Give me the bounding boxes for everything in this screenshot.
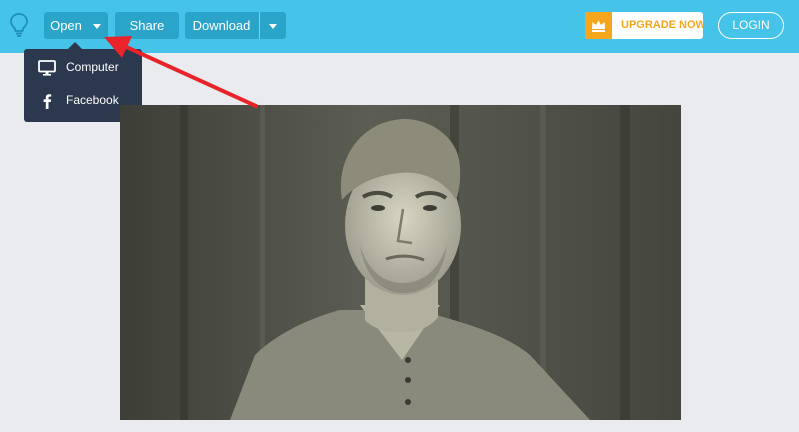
chevron-down-icon[interactable] bbox=[84, 12, 108, 39]
monitor-icon bbox=[38, 60, 56, 76]
crown-icon bbox=[592, 20, 605, 32]
menu-item-facebook-label: Facebook bbox=[66, 93, 119, 107]
top-toolbar: Open Share Download UPGRADE NOW LOGIN bbox=[0, 0, 799, 53]
lightbulb-icon[interactable] bbox=[9, 12, 29, 38]
canvas-photo bbox=[120, 105, 681, 420]
login-button[interactable]: LOGIN bbox=[718, 12, 784, 39]
share-button[interactable]: Share bbox=[115, 12, 179, 39]
portrait-photo-illustration bbox=[120, 105, 681, 420]
open-button-label: Open bbox=[50, 18, 82, 33]
menu-item-computer[interactable]: Computer bbox=[24, 51, 142, 84]
share-button-label: Share bbox=[129, 18, 165, 33]
login-label: LOGIN bbox=[732, 18, 770, 32]
menu-item-computer-label: Computer bbox=[66, 60, 119, 74]
download-options-chevron-icon[interactable] bbox=[259, 12, 286, 39]
download-button-label: Download bbox=[192, 18, 251, 33]
open-button[interactable]: Open bbox=[44, 12, 108, 39]
upgrade-now-label: UPGRADE NOW bbox=[621, 19, 703, 31]
download-button[interactable]: Download bbox=[185, 12, 286, 39]
upgrade-now-button[interactable]: UPGRADE NOW bbox=[585, 12, 703, 39]
facebook-icon bbox=[43, 94, 52, 109]
crown-badge bbox=[585, 12, 612, 39]
